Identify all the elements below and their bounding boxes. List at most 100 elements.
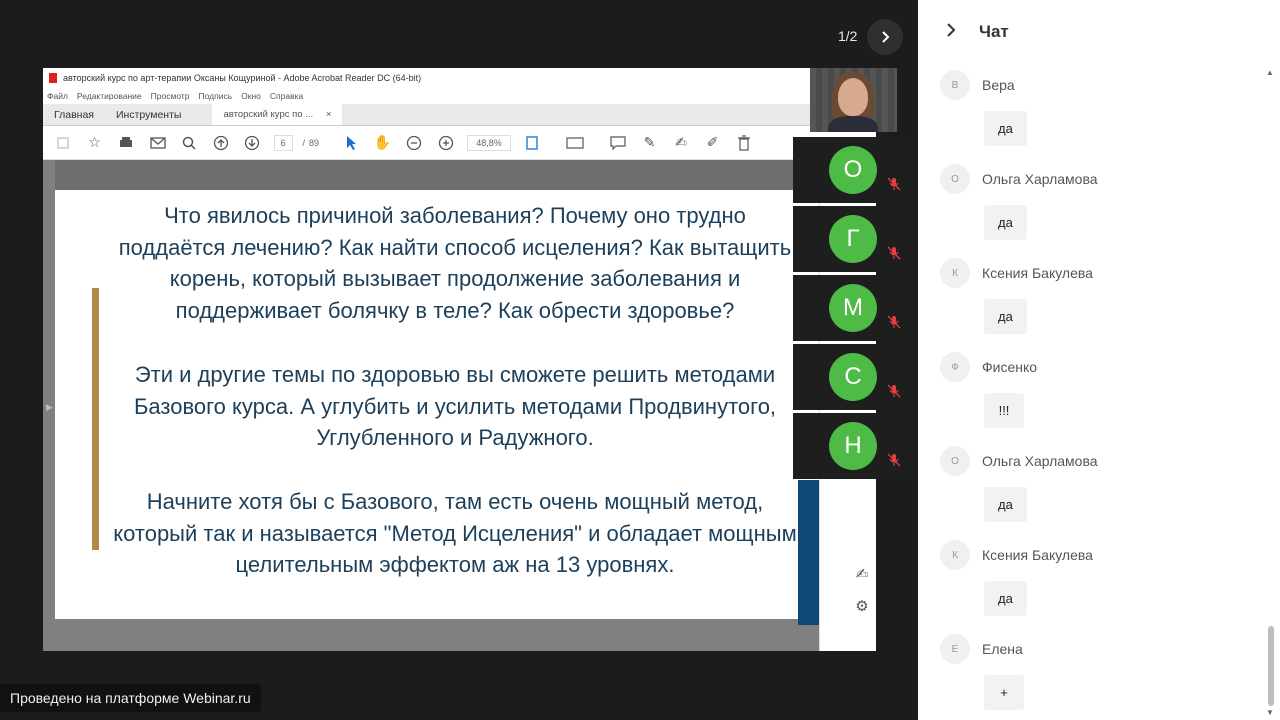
chat-collapse-icon[interactable] <box>945 22 957 43</box>
page-edge-strip <box>798 480 819 625</box>
participant-avatar: Н <box>829 422 877 470</box>
page-gap-top <box>55 160 819 190</box>
tab-close-icon[interactable]: × <box>326 109 332 120</box>
mic-muted-icon <box>887 315 901 329</box>
participant-tile[interactable]: Н <box>793 413 910 479</box>
participant-tile[interactable]: О <box>793 137 910 203</box>
participant-tile[interactable]: М <box>793 275 910 341</box>
chat-scrollbar[interactable]: ▲ ▼ <box>1266 64 1276 720</box>
acrobat-window: авторский курс по арт-терапии Оксаны Кощ… <box>43 68 876 651</box>
comment-icon[interactable] <box>608 133 628 153</box>
message-author: Ксения Бакулева <box>982 265 1093 281</box>
hand-tool-icon[interactable]: ✋ <box>373 133 393 153</box>
page-down-icon[interactable] <box>242 133 262 153</box>
message-author: Фисенко <box>982 359 1038 375</box>
participant-avatar: С <box>829 353 877 401</box>
menu-help[interactable]: Справка <box>270 91 303 101</box>
message-author: Елена <box>982 641 1023 657</box>
acrobat-toolbar: ☆ 6 / 89 ✋ 48,8% ✎ ✍ ✐ <box>43 126 876 160</box>
page-gap-bottom <box>55 619 819 651</box>
acrobat-title-bar: авторский курс по арт-терапии Оксаны Кощ… <box>43 68 876 88</box>
doc-paragraph-2: Эти и другие темы по здоровью вы сможете… <box>133 361 777 451</box>
delete-icon[interactable] <box>734 133 754 153</box>
print-icon[interactable] <box>116 133 136 153</box>
message-author: Ксения Бакулева <box>982 547 1093 563</box>
scroll-thumb[interactable] <box>1268 626 1274 706</box>
accent-bar <box>92 288 99 550</box>
mic-muted-icon <box>887 384 901 398</box>
slide-counter: 1/2 <box>838 28 858 44</box>
menu-file[interactable]: Файл <box>47 91 68 101</box>
left-panel-toggle-icon[interactable]: ▶ <box>46 402 53 413</box>
message-text: да <box>984 111 1027 146</box>
menu-edit[interactable]: Редактирование <box>77 91 142 101</box>
message-author: Ольга Харламова <box>982 171 1098 187</box>
more-tools-icon[interactable]: ⚙ <box>852 596 872 616</box>
next-slide-button[interactable] <box>867 19 903 55</box>
chat-panel: Чат В Вера да О Ольга Харламова да К Ксе… <box>918 0 1280 720</box>
menu-window[interactable]: Окно <box>241 91 261 101</box>
fit-page-icon[interactable] <box>523 133 543 153</box>
message-author: Вера <box>982 77 1015 93</box>
page-current: 6 <box>280 137 286 148</box>
participant-avatar: Г <box>829 215 877 263</box>
acrobat-menu-bar: Файл Редактирование Просмотр Подпись Окн… <box>43 88 876 104</box>
speaker-camera-tile <box>810 68 897 132</box>
message-text: + <box>984 675 1024 710</box>
zoom-in-icon[interactable] <box>436 133 456 153</box>
chevron-right-icon <box>882 31 890 43</box>
participant-avatar: О <box>829 146 877 194</box>
star-icon[interactable]: ☆ <box>85 133 105 153</box>
document-area[interactable]: Что явилось причиной заболевания? Почему… <box>43 160 819 651</box>
tab-document[interactable]: авторский курс по ... × <box>212 104 343 125</box>
search-icon[interactable] <box>179 133 199 153</box>
save-icon[interactable] <box>53 133 73 153</box>
tab-tools[interactable]: Инструменты <box>105 104 192 125</box>
select-cursor-icon[interactable] <box>341 133 361 153</box>
zoom-level-field[interactable]: 48,8% <box>467 134 512 151</box>
menu-view[interactable]: Просмотр <box>151 91 190 101</box>
speaker-body <box>828 116 878 132</box>
zoom-value: 48,8% <box>476 137 502 148</box>
zoom-out-icon[interactable] <box>404 133 424 153</box>
edit-icon[interactable]: ✐ <box>703 133 723 153</box>
participant-tile[interactable]: Г <box>793 206 910 272</box>
mic-muted-icon <box>887 177 901 191</box>
participant-tile[interactable]: С <box>793 344 910 410</box>
highlight-pen-icon[interactable]: ✎ <box>640 133 660 153</box>
message-author: Ольга Харламова <box>982 453 1098 469</box>
page-separator: / <box>302 137 306 148</box>
platform-badge: Проведено на платформе Webinar.ru <box>0 684 261 712</box>
doc-paragraph-1: Что явилось причиной заболевания? Почему… <box>118 203 792 324</box>
page-up-icon[interactable] <box>211 133 231 153</box>
speaker-face <box>838 78 868 116</box>
mic-muted-icon <box>887 453 901 467</box>
message-text: да <box>984 299 1027 334</box>
avatar: К <box>940 258 970 288</box>
mic-muted-icon <box>887 246 901 260</box>
message-text: да <box>984 205 1027 240</box>
tab-document-label: авторский курс по ... <box>223 109 314 120</box>
pdf-icon <box>49 73 57 83</box>
document-page: Что явилось причиной заболевания? Почему… <box>55 190 819 619</box>
draw-icon[interactable]: ✍ <box>671 133 691 153</box>
mail-icon[interactable] <box>148 133 168 153</box>
menu-sign[interactable]: Подпись <box>199 91 233 101</box>
page-number-field[interactable]: 6 <box>273 134 293 151</box>
participant-avatar: М <box>829 284 877 332</box>
tab-home[interactable]: Главная <box>43 104 105 125</box>
acrobat-tabs: Главная Инструменты авторский курс по ..… <box>43 104 876 126</box>
chat-title: Чат <box>979 22 1009 41</box>
window-title: авторский курс по арт-терапии Оксаны Кощ… <box>63 73 422 83</box>
scroll-up-icon[interactable]: ▲ <box>1266 68 1274 77</box>
document-text: Что явилось причиной заболевания? Почему… <box>110 200 800 613</box>
chat-header: Чат <box>918 0 1280 64</box>
scroll-down-icon[interactable]: ▼ <box>1266 708 1274 717</box>
message-text: да <box>984 487 1027 522</box>
avatar: К <box>940 540 970 570</box>
doc-paragraph-3: Начните хотя бы с Базового, там есть оче… <box>113 488 797 578</box>
message-text: !!! <box>984 393 1024 428</box>
keyboard-icon[interactable] <box>565 133 585 153</box>
fill-sign-icon[interactable]: ✍ <box>852 564 872 584</box>
avatar: О <box>940 164 970 194</box>
